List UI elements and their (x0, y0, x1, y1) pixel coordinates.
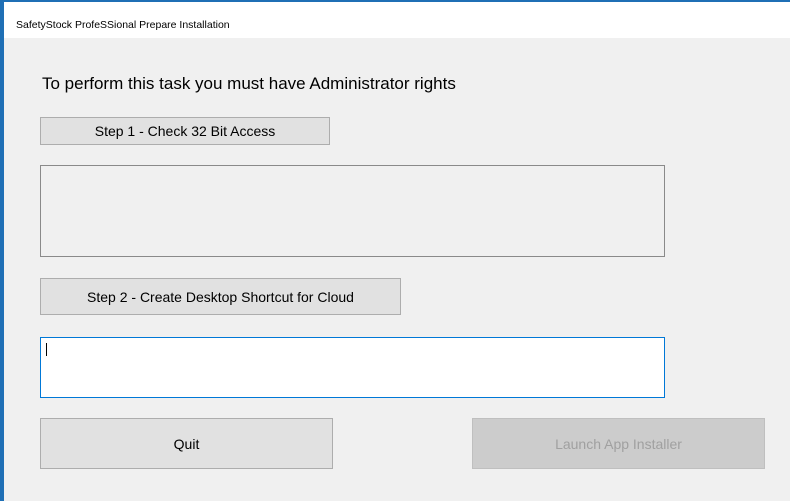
installer-window: SafetyStock ProfeSSional Prepare Install… (0, 0, 790, 501)
step1-output-textbox[interactable] (40, 165, 665, 257)
step1-check-32bit-button[interactable]: Step 1 - Check 32 Bit Access (40, 117, 330, 145)
launch-app-installer-button: Launch App Installer (472, 418, 765, 469)
quit-button[interactable]: Quit (40, 418, 333, 469)
step2-create-shortcut-button[interactable]: Step 2 - Create Desktop Shortcut for Clo… (40, 278, 401, 315)
text-caret (46, 343, 47, 356)
admin-rights-heading: To perform this task you must have Admin… (42, 74, 456, 93)
title-bar[interactable]: SafetyStock ProfeSSional Prepare Install… (4, 2, 790, 38)
window-title: SafetyStock ProfeSSional Prepare Install… (16, 19, 230, 31)
step2-output-textbox[interactable] (40, 337, 665, 398)
